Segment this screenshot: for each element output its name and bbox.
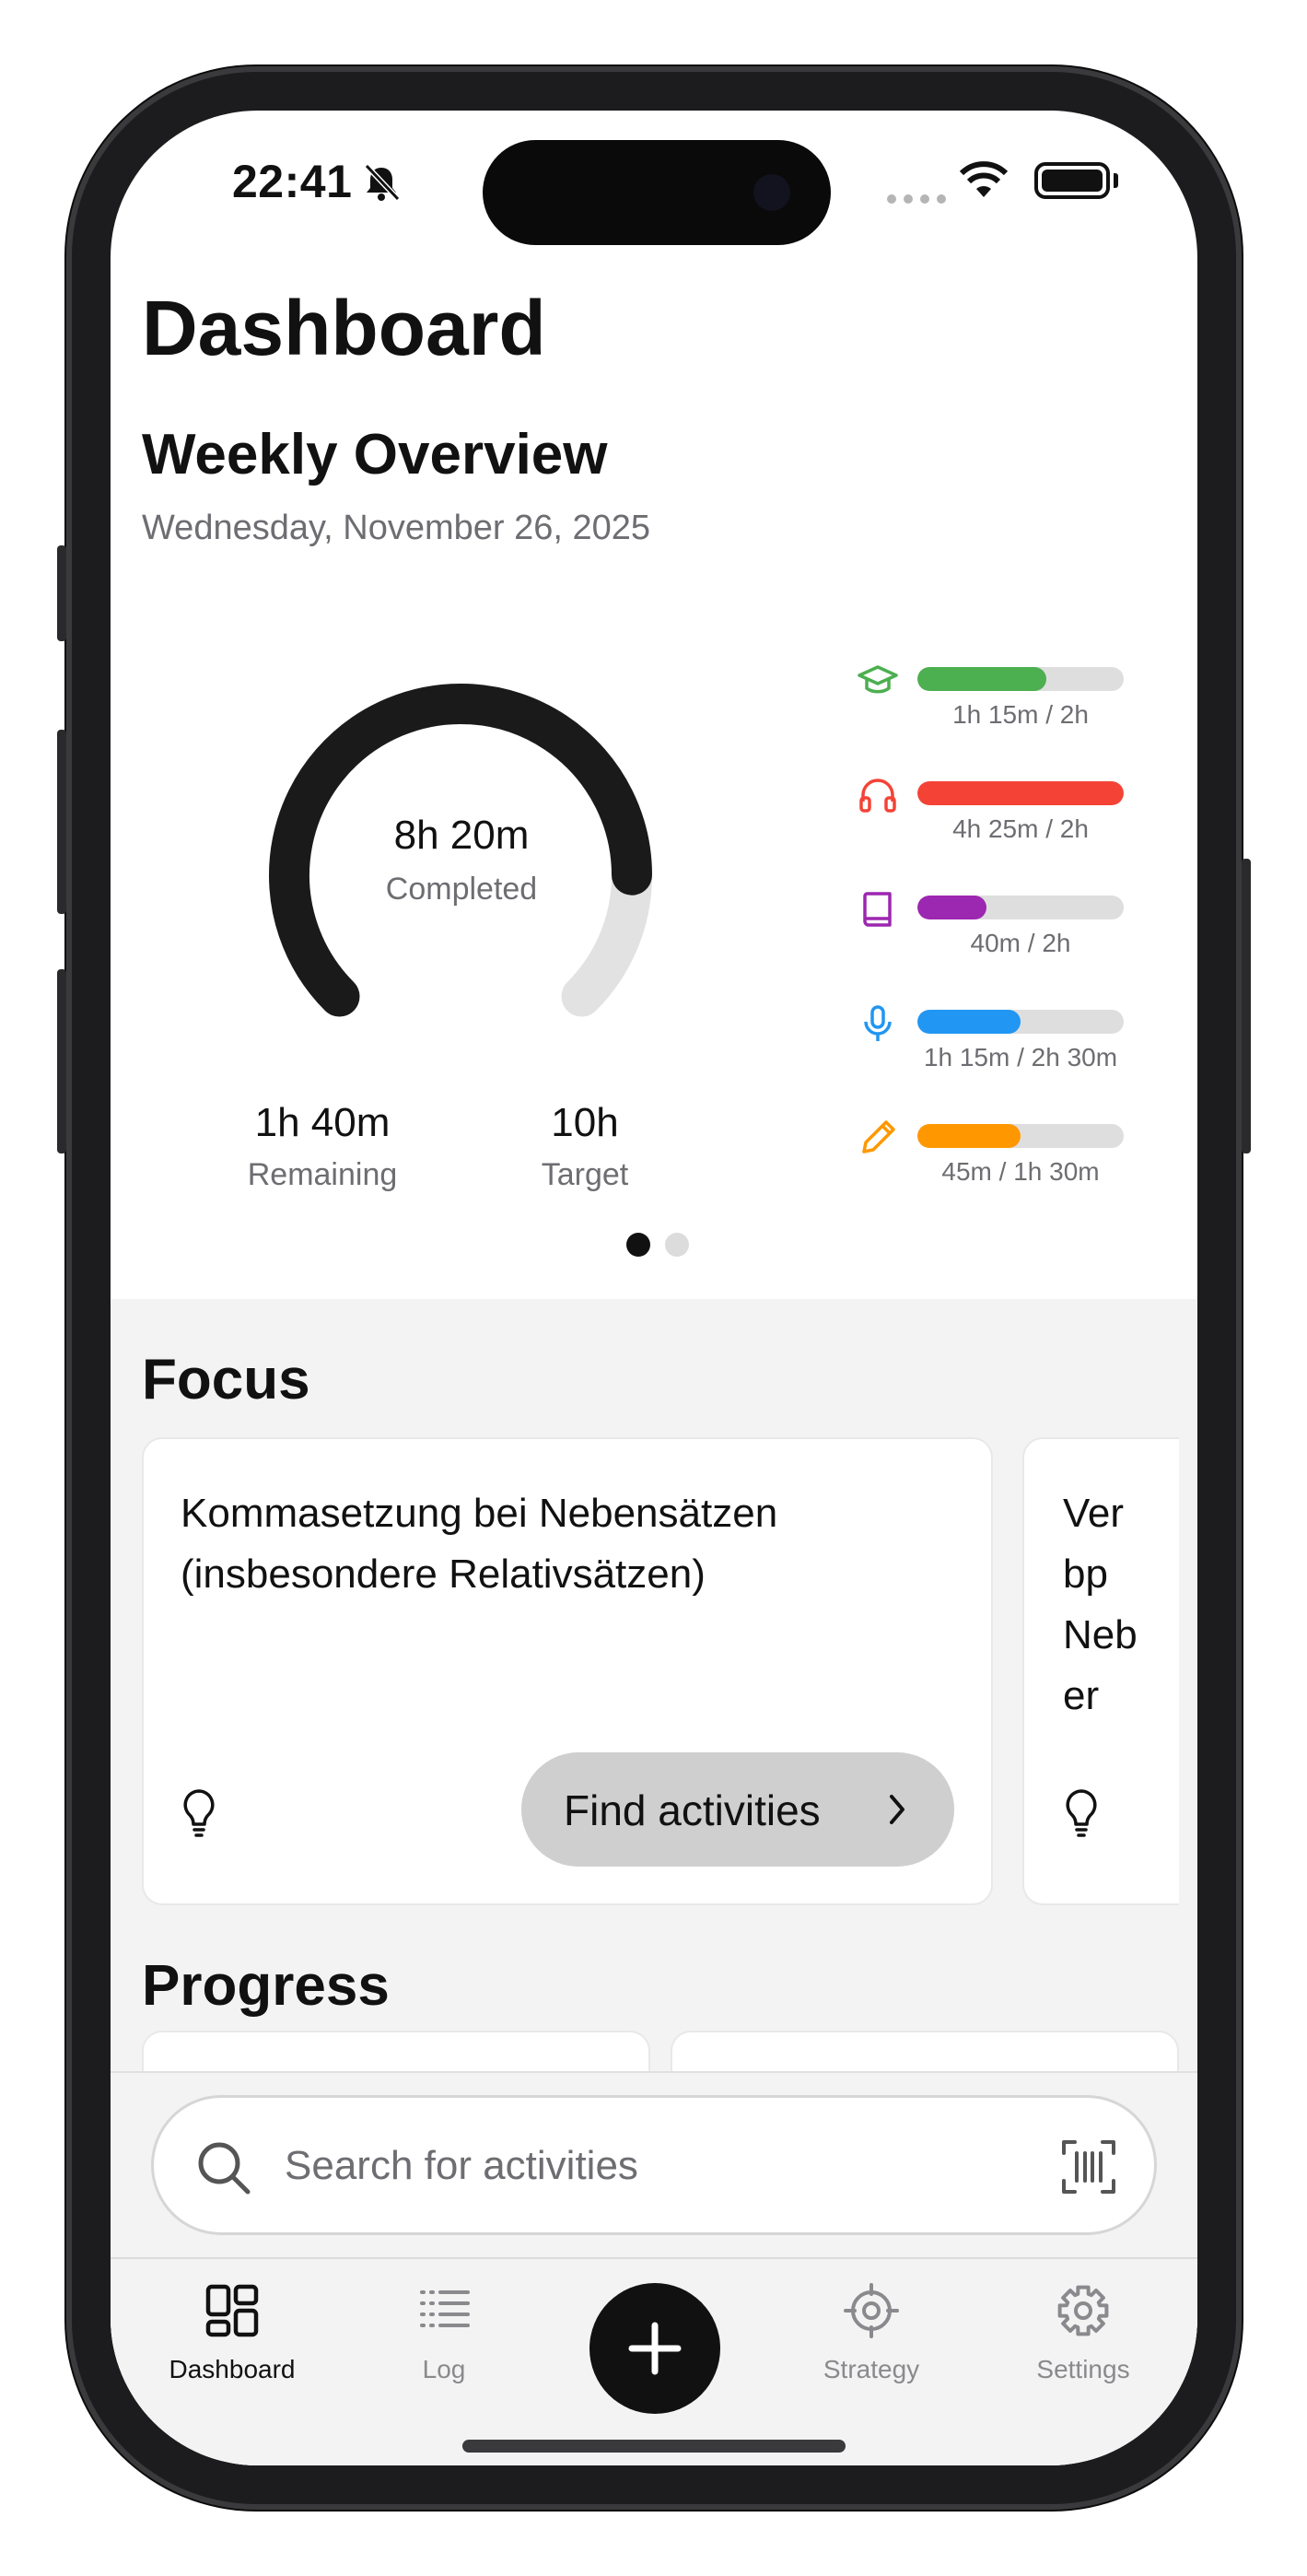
category-row[interactable]: 4h 25m / 2h bbox=[857, 774, 1151, 875]
focus-card-text: Kommasetzung bei Nebensätzen (insbesonde… bbox=[181, 1491, 778, 1597]
tab-label: Log bbox=[422, 2355, 466, 2383]
barcode-scan-icon[interactable] bbox=[1060, 2138, 1117, 2195]
category-fill bbox=[917, 1010, 1021, 1034]
category-fill bbox=[917, 781, 1124, 805]
category-track bbox=[917, 667, 1124, 691]
page-title: Dashboard bbox=[142, 285, 546, 371]
tab-label: Settings bbox=[1036, 2355, 1130, 2383]
category-track bbox=[917, 781, 1124, 805]
tab-label: Strategy bbox=[823, 2355, 920, 2383]
lightbulb-icon bbox=[183, 1789, 215, 1837]
lightbulb-icon bbox=[1066, 1789, 1097, 1837]
graduation-cap-icon bbox=[858, 665, 898, 694]
focus-title: Focus bbox=[142, 1348, 310, 1411]
list-icon bbox=[420, 2290, 470, 2327]
tab-divider bbox=[111, 2257, 1197, 2259]
pager-dot[interactable] bbox=[665, 1233, 689, 1257]
find-activities-button[interactable]: Find activities bbox=[521, 1752, 954, 1867]
remaining-label: Remaining bbox=[247, 1157, 398, 1192]
camera-icon bbox=[753, 174, 790, 211]
action-button bbox=[57, 545, 66, 641]
plus-icon bbox=[628, 2322, 682, 2375]
focus-card[interactable]: Kommasetzung bei Nebensätzen (insbesonde… bbox=[142, 1437, 993, 1905]
pencil-icon bbox=[862, 1120, 895, 1153]
search-icon bbox=[198, 2142, 251, 2195]
category-fill bbox=[917, 667, 1046, 691]
weekly-overview-title: Weekly Overview bbox=[142, 423, 608, 486]
screen: 22:41 Dashboard Weekly Overview Wednesda… bbox=[111, 111, 1197, 2465]
battery-icon bbox=[1034, 162, 1110, 199]
tab-label: Dashboard bbox=[169, 2355, 296, 2383]
category-track bbox=[917, 896, 1124, 919]
overview-date: Wednesday, November 26, 2025 bbox=[142, 509, 651, 547]
tab-strategy[interactable]: Strategy bbox=[788, 2283, 954, 2412]
power-button bbox=[1242, 859, 1251, 1153]
target-value: 10h bbox=[551, 1100, 619, 1145]
category-fill bbox=[917, 1124, 1021, 1148]
add-button[interactable] bbox=[589, 2283, 720, 2414]
volume-up-button bbox=[57, 730, 66, 914]
progress-title: Progress bbox=[142, 1954, 390, 2018]
category-row[interactable]: 45m / 1h 30m bbox=[857, 1117, 1151, 1218]
gauge-value: 8h 20m bbox=[393, 813, 530, 858]
pager-dot-active[interactable] bbox=[626, 1233, 650, 1257]
volume-down-button bbox=[57, 969, 66, 1153]
wifi-icon bbox=[959, 161, 1009, 197]
category-fill bbox=[917, 896, 986, 919]
tab-settings[interactable]: Settings bbox=[1000, 2283, 1166, 2412]
tab-dashboard[interactable]: Dashboard bbox=[149, 2283, 315, 2412]
chevron-right-icon bbox=[890, 1795, 904, 1824]
target-icon bbox=[844, 2283, 899, 2338]
category-text: 1h 15m / 2h bbox=[952, 700, 1089, 729]
status-time: 22:41 bbox=[232, 156, 353, 207]
category-row[interactable]: 1h 15m / 2h bbox=[857, 660, 1151, 761]
focus-card-text: Verbp Neber bbox=[1063, 1491, 1138, 1718]
category-text: 45m / 1h 30m bbox=[941, 1157, 1100, 1186]
category-text: 1h 15m / 2h 30m bbox=[923, 1043, 1118, 1071]
gauge-label: Completed bbox=[385, 872, 538, 907]
target-label: Target bbox=[541, 1157, 629, 1192]
grid-icon bbox=[205, 2284, 259, 2337]
focus-card[interactable]: Verbp Neber bbox=[1022, 1437, 1179, 1905]
battery-tip bbox=[1114, 173, 1118, 188]
remaining-value: 1h 40m bbox=[254, 1100, 391, 1145]
home-indicator bbox=[462, 2440, 846, 2453]
category-track bbox=[917, 1010, 1124, 1034]
tab-log[interactable]: Log bbox=[361, 2283, 527, 2412]
headphones-icon bbox=[859, 779, 896, 813]
category-row[interactable]: 40m / 2h bbox=[857, 888, 1151, 989]
category-text: 40m / 2h bbox=[970, 929, 1071, 957]
signal-icon bbox=[887, 194, 946, 204]
search-bar[interactable] bbox=[151, 2095, 1157, 2235]
gear-icon bbox=[1057, 2285, 1109, 2336]
bell-slash-icon bbox=[364, 163, 401, 202]
microphone-icon bbox=[864, 1005, 892, 1041]
category-row[interactable]: 1h 15m / 2h 30m bbox=[857, 1002, 1151, 1104]
category-track bbox=[917, 1124, 1124, 1148]
book-icon bbox=[863, 892, 892, 927]
search-input[interactable] bbox=[285, 2137, 1021, 2195]
find-activities-label: Find activities bbox=[564, 1786, 821, 1834]
category-text: 4h 25m / 2h bbox=[952, 814, 1089, 843]
